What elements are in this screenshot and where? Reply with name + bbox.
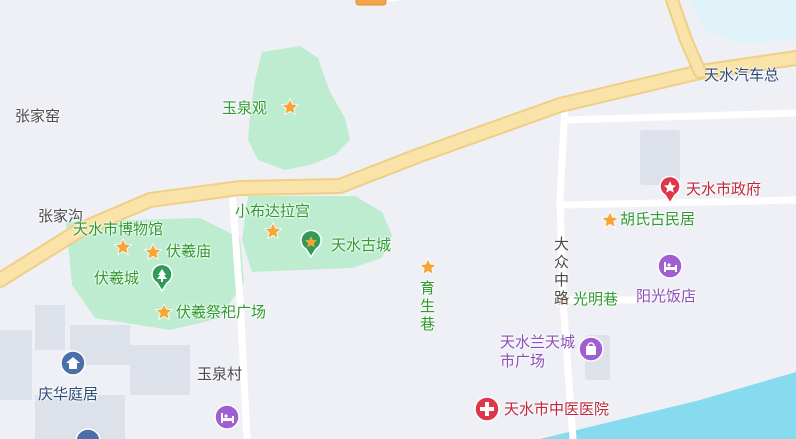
place-label-yuquancun: 玉泉村 <box>197 365 243 383</box>
tree-pin-icon[interactable] <box>150 264 174 292</box>
hospital-cross-icon[interactable] <box>474 396 500 422</box>
star-icon[interactable] <box>143 242 163 262</box>
poi-label-lantian-plaza[interactable]: 天水兰天城市广场 <box>500 333 575 371</box>
star-icon[interactable] <box>418 257 438 277</box>
poi-label-tianshui-museum[interactable]: 天水市博物馆 <box>73 221 163 238</box>
poi-label-hushi-residence[interactable]: 胡氏古民居 <box>620 211 695 228</box>
poi-label-yuquanguan[interactable]: 玉泉观 <box>222 100 267 117</box>
star-icon[interactable] <box>113 237 133 257</box>
poi-label-yangguang-hotel[interactable]: 阳光饭店 <box>636 288 696 305</box>
poi-label-xiaobudalagong[interactable]: 小布达拉宫 <box>235 203 310 220</box>
poi-label-qinghuatingju[interactable]: 庆华庭居 <box>38 386 98 403</box>
hotel-icon[interactable] <box>214 404 240 430</box>
place-label-zhangjiayao: 张家窑 <box>15 107 61 125</box>
poi-label-fuxi-square[interactable]: 伏羲祭祀广场 <box>176 304 266 321</box>
government-pin-icon[interactable] <box>658 176 682 204</box>
star-icon[interactable] <box>154 302 174 322</box>
poi-label-tcm-hospital[interactable]: 天水市中医医院 <box>504 401 609 418</box>
poi-label-tianshui-old-city[interactable]: 天水古城 <box>331 237 391 254</box>
residential-icon[interactable] <box>75 428 101 439</box>
map-view[interactable]: 张家窑 张家沟 玉泉村 庆华庭居 玉泉观 小布达拉宫 天水市博物馆 伏羲庙 伏羲… <box>0 0 796 439</box>
poi-label-bus-station[interactable]: 天水汽车总 <box>704 67 779 84</box>
poi-label-guangming-alley[interactable]: 光明巷 <box>573 291 618 308</box>
hotel-icon[interactable] <box>657 253 683 279</box>
scenic-pin-icon[interactable] <box>299 230 323 258</box>
star-icon[interactable] <box>600 210 620 230</box>
road-label-yusheng-alley: 育生巷 <box>420 279 436 333</box>
poi-label-fuximiao[interactable]: 伏羲庙 <box>166 243 211 260</box>
poi-label-tianshui-gov[interactable]: 天水市政府 <box>686 181 761 198</box>
shopping-bag-icon[interactable] <box>578 336 604 362</box>
road-label-dazhong-road: 大众中路 <box>554 235 570 307</box>
star-icon[interactable] <box>280 97 300 117</box>
residential-icon[interactable] <box>60 350 86 376</box>
road-shield <box>355 0 387 6</box>
star-icon[interactable] <box>263 221 283 241</box>
poi-label-fuxicheng[interactable]: 伏羲城 <box>94 270 139 287</box>
